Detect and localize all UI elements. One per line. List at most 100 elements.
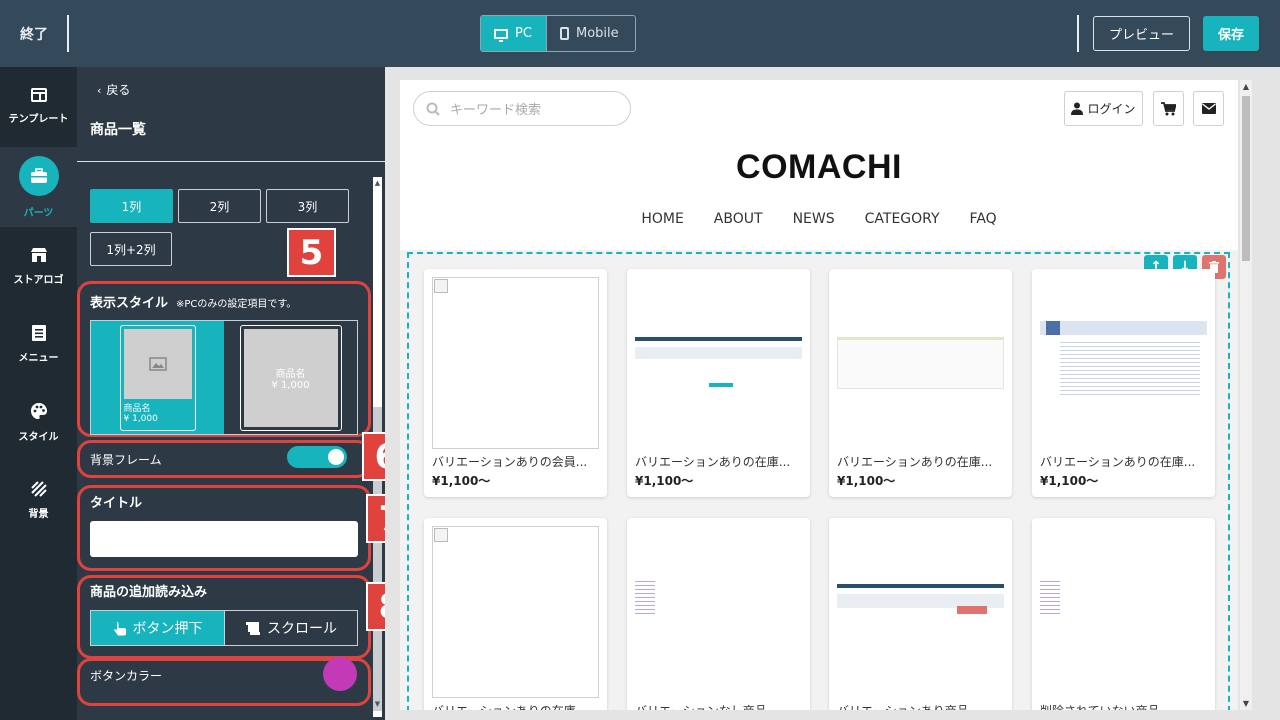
product-name: バリエーションありの在庫... — [635, 455, 791, 469]
toolbox-icon — [30, 167, 47, 183]
column-2-button[interactable]: 2列 — [178, 189, 261, 223]
title-input[interactable] — [90, 521, 358, 557]
settings-panel: ‹ 戻る 商品一覧 ▲ ▼ 1列 2列 3列 1列+2列 表示スタイル ※PCのみの… — [77, 67, 385, 720]
product-card[interactable]: バリエーションなし商品 — [627, 518, 810, 710]
search-placeholder: キーワード検索 — [450, 103, 542, 118]
cart-button[interactable] — [1153, 91, 1184, 126]
product-card[interactable]: バリエーションありの在庫... ¥1,100～ — [627, 269, 810, 497]
stripes-icon — [30, 480, 47, 497]
load-scroll-option[interactable]: スクロール — [224, 611, 357, 645]
load-button-option[interactable]: ボタン押下 — [91, 611, 224, 645]
mail-icon — [1201, 103, 1216, 114]
product-card[interactable]: バリエーションありの会員... ¥1,100～ — [424, 269, 607, 497]
preview-area: キーワード検索 ログイン COMACHI HOME ABOUT NEWS CAT… — [385, 67, 1280, 720]
product-name: バリエーションありの会員... — [432, 455, 588, 469]
scroll-down-arrow-icon[interactable]: ▼ — [373, 700, 382, 708]
nav-item-parts[interactable]: パーツ — [0, 147, 77, 227]
device-mobile-button[interactable]: Mobile — [546, 16, 635, 51]
icon-sidebar: テンプレート パーツ ストアロゴ メニュー スタイル 背景 — [0, 67, 77, 720]
save-button[interactable]: 保存 — [1203, 16, 1259, 51]
divider — [67, 15, 69, 52]
product-card[interactable]: バリエーションあり商品 — [829, 518, 1012, 710]
device-toggle: PC Mobile — [480, 15, 636, 52]
load-button-label: ボタン押下 — [132, 621, 203, 637]
pointer-hand-icon — [113, 621, 126, 635]
style-option-overlay[interactable]: 商品名 ¥ 1,000 — [224, 321, 357, 434]
thumbnail-detail — [837, 584, 1004, 588]
image-icon — [148, 356, 167, 371]
thumbnail-detail — [957, 606, 987, 614]
monitor-icon — [494, 28, 508, 42]
nav-item-style[interactable]: スタイル — [0, 383, 77, 461]
store-nav: HOME ABOUT NEWS CATEGORY FAQ — [400, 211, 1238, 227]
back-link[interactable]: ‹ 戻る — [97, 81, 130, 98]
sample-price: ¥ 1,000 — [271, 379, 310, 391]
thumbnail-detail — [837, 337, 1004, 340]
thumbnail-detail — [709, 383, 733, 387]
search-icon — [426, 102, 440, 116]
nav-link-faq[interactable]: FAQ — [970, 211, 997, 227]
button-color-swatch[interactable] — [323, 657, 357, 691]
sample-name: 商品名 — [123, 403, 151, 414]
login-button[interactable]: ログイン — [1064, 91, 1143, 126]
exit-button[interactable]: 終了 — [20, 24, 48, 44]
marker-5: 5 — [287, 228, 336, 277]
store-header: キーワード検索 ログイン COMACHI HOME ABOUT NEWS CAT… — [400, 80, 1238, 250]
bg-frame-toggle[interactable] — [287, 446, 347, 468]
mail-button[interactable] — [1193, 91, 1224, 126]
load-scroll-label: スクロール — [267, 621, 337, 637]
thumbnail-detail — [635, 578, 655, 614]
nav-item-parts-circle — [18, 155, 59, 196]
scroll-up-arrow-icon[interactable]: ▲ — [1240, 82, 1252, 91]
product-image — [635, 277, 802, 449]
scroll-down-arrow-icon[interactable]: ▼ — [1240, 699, 1252, 708]
column-1-plus-2-button[interactable]: 1列+2列 — [90, 232, 172, 266]
nav-link-home[interactable]: HOME — [641, 211, 683, 227]
toggle-knob — [328, 449, 344, 465]
thumbnail-detail — [1040, 578, 1060, 614]
product-name: バリエーションあり商品 — [837, 702, 1007, 710]
nav-item-template[interactable]: テンプレート — [0, 67, 77, 145]
preview-scrollbar-thumb[interactable] — [1242, 96, 1250, 261]
nav-item-store-logo[interactable]: ストアロゴ — [0, 227, 77, 305]
broken-image-icon — [432, 277, 599, 449]
product-card[interactable]: 削除されていない商品 — [1032, 518, 1215, 710]
product-image — [635, 526, 802, 698]
product-card[interactable]: バリエーションありの在庫... ¥1,100～ — [829, 269, 1012, 497]
product-price: ¥1,100～ — [432, 474, 491, 488]
cart-icon — [1161, 101, 1176, 115]
style-preview-card: 商品名 ¥ 1,000 — [119, 324, 196, 431]
device-pc-button[interactable]: PC — [481, 16, 546, 51]
preview-scrollbar[interactable]: ▲ ▼ — [1240, 80, 1252, 710]
display-style-options: 商品名 ¥ 1,000 商品名 ¥ 1,000 — [90, 320, 358, 435]
column-3-button[interactable]: 3列 — [266, 189, 349, 223]
divider — [1077, 15, 1079, 52]
display-style-title: 表示スタイル — [90, 296, 169, 311]
search-input[interactable]: キーワード検索 — [413, 91, 631, 126]
palette-icon — [30, 402, 47, 419]
scroll-up-arrow-icon[interactable]: ▲ — [373, 179, 382, 187]
store-logo[interactable]: COMACHI — [400, 148, 1238, 187]
nav-item-background[interactable]: 背景 — [0, 461, 77, 539]
nav-link-about[interactable]: ABOUT — [714, 211, 763, 227]
product-card[interactable]: バリエーションありの在庫 — [424, 518, 607, 710]
thumbnail-detail — [1060, 339, 1200, 395]
device-pc-label: PC — [515, 26, 532, 41]
image-placeholder: 商品名 ¥ 1,000 — [243, 328, 338, 427]
load-more-options: ボタン押下 スクロール — [90, 610, 358, 646]
product-card[interactable]: バリエーションありの在庫... ¥1,100～ — [1032, 269, 1215, 497]
nav-item-label: スタイル — [18, 431, 59, 443]
bg-frame-label: 背景フレーム — [90, 453, 162, 467]
product-image — [1040, 277, 1207, 449]
display-style-heading: 表示スタイル ※PCのみの設定項目です。 — [90, 292, 296, 311]
column-1-button[interactable]: 1列 — [90, 189, 173, 223]
product-image — [1040, 526, 1207, 698]
store-icon — [30, 247, 47, 262]
nav-item-menu[interactable]: メニュー — [0, 305, 77, 383]
preview-button[interactable]: プレビュー — [1093, 16, 1190, 51]
back-label: 戻る — [106, 83, 131, 97]
thumbnail-detail — [837, 337, 1004, 389]
nav-link-news[interactable]: NEWS — [793, 211, 835, 227]
nav-link-category[interactable]: CATEGORY — [865, 211, 940, 227]
style-option-below[interactable]: 商品名 ¥ 1,000 — [91, 321, 224, 434]
